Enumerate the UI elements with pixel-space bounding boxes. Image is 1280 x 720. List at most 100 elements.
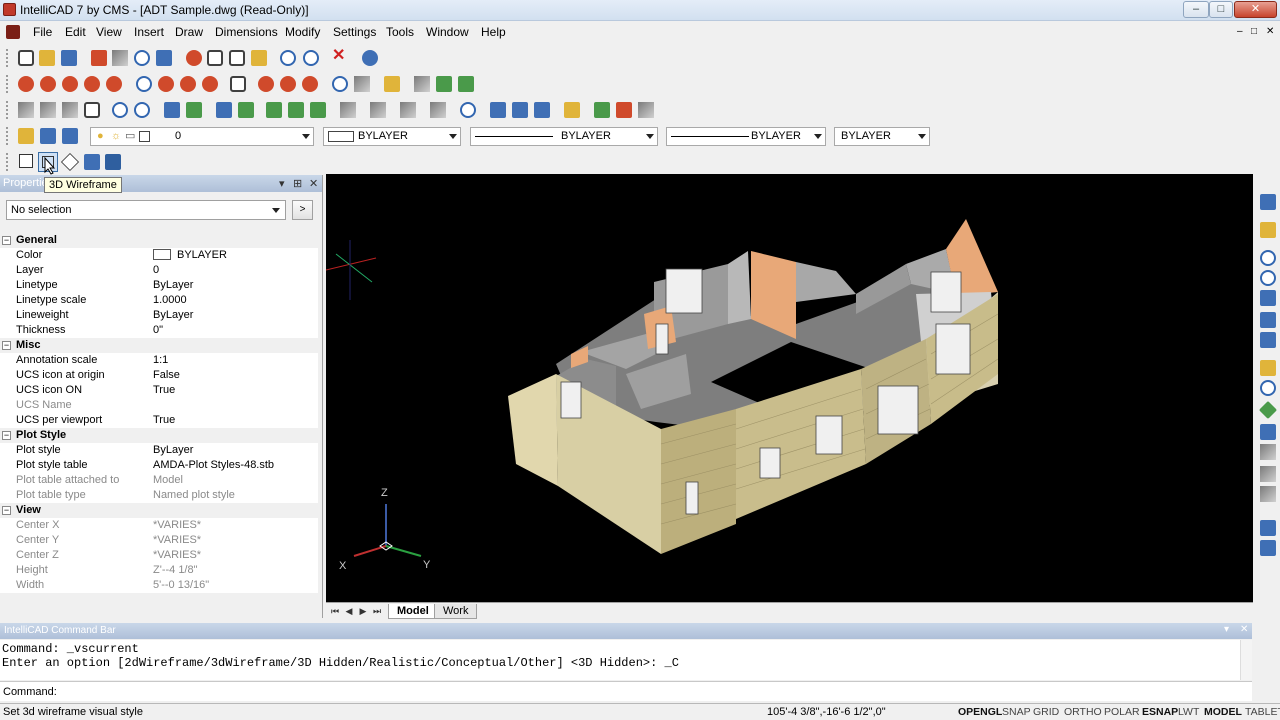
toolbar-grip[interactable]: [6, 101, 9, 119]
new-icon[interactable]: [18, 50, 34, 66]
layer-state-icon[interactable]: [40, 128, 56, 144]
undo-icon[interactable]: [280, 50, 296, 66]
explode-icon[interactable]: [370, 102, 386, 118]
match-properties-icon[interactable]: [251, 50, 267, 66]
property-row[interactable]: Plot style ByLayer: [0, 443, 318, 458]
move-icon[interactable]: [216, 102, 232, 118]
visibility-icon[interactable]: [1260, 466, 1276, 482]
break-icon[interactable]: [288, 102, 304, 118]
property-row[interactable]: Lineweight ByLayer: [0, 308, 318, 323]
first-tab-icon[interactable]: ⏮: [330, 606, 340, 616]
toggle-polar[interactable]: POLAR: [1104, 704, 1140, 720]
edit-spline-icon[interactable]: [512, 102, 528, 118]
conceptual-icon[interactable]: [105, 154, 121, 170]
toggle-model[interactable]: MODEL: [1204, 704, 1242, 720]
prev-tab-icon[interactable]: ◀: [344, 606, 354, 616]
property-category[interactable]: − View: [0, 503, 318, 518]
fillet-icon[interactable]: [340, 102, 356, 118]
polygon-icon[interactable]: [258, 76, 274, 92]
stretch-icon[interactable]: [186, 102, 202, 118]
layer-dropdown[interactable]: ● ☼ ▭ 0: [90, 127, 314, 146]
ray-icon[interactable]: [62, 76, 78, 92]
trim-icon[interactable]: [238, 102, 254, 118]
last-tab-icon[interactable]: ⏭: [372, 606, 382, 616]
menu-dimensions[interactable]: Dimensions: [215, 25, 278, 39]
tag-icon[interactable]: [1260, 222, 1276, 238]
toggle-snap[interactable]: SNAP: [1002, 704, 1031, 720]
region-icon[interactable]: [384, 76, 400, 92]
app-icon[interactable]: [3, 3, 16, 16]
next-tab-icon[interactable]: ▶: [358, 606, 368, 616]
block-icon[interactable]: [332, 76, 348, 92]
property-category[interactable]: − Plot Style: [0, 428, 318, 443]
divide-icon[interactable]: [430, 102, 446, 118]
measure-icon[interactable]: [460, 102, 476, 118]
3d-hidden-icon[interactable]: [60, 152, 80, 172]
arc-icon[interactable]: [158, 76, 174, 92]
property-value-cell[interactable]: False: [153, 368, 180, 383]
command-history-scrollbar[interactable]: [1240, 640, 1252, 680]
property-row[interactable]: Linetype scale 1.0000: [0, 293, 318, 308]
maximize-button[interactable]: □: [1209, 1, 1233, 18]
command-bar-close-icon[interactable]: ✕: [1240, 624, 1248, 635]
rotate-icon[interactable]: [112, 102, 128, 118]
property-row[interactable]: Plot style table AMDA-Plot Styles-48.stb: [0, 458, 318, 473]
property-value-cell[interactable]: ByLayer: [153, 443, 193, 458]
mdi-minimize-button[interactable]: –: [1237, 26, 1243, 37]
property-value-cell[interactable]: True: [153, 413, 175, 428]
paste-icon[interactable]: [229, 50, 245, 66]
toggle-tablet[interactable]: TABLET: [1245, 704, 1280, 720]
collapse-icon[interactable]: −: [2, 236, 11, 245]
property-category[interactable]: − Misc: [0, 338, 318, 353]
property-row[interactable]: Layer 0: [0, 263, 318, 278]
insert-block-icon[interactable]: [354, 76, 370, 92]
circle-icon[interactable]: [136, 76, 152, 92]
menu-help[interactable]: Help: [481, 25, 506, 39]
mtext-icon[interactable]: [458, 76, 474, 92]
minimize-button[interactable]: –: [1183, 1, 1209, 18]
menu-window[interactable]: Window: [426, 25, 469, 39]
command-bar-header[interactable]: IntelliCAD Command Bar: [0, 623, 1252, 639]
property-value-cell[interactable]: ByLayer: [153, 278, 193, 293]
property-row[interactable]: Thickness 0": [0, 323, 318, 338]
tab-work[interactable]: Work: [434, 604, 478, 619]
ellipse-icon[interactable]: [180, 76, 196, 92]
property-row[interactable]: UCS per viewport True: [0, 413, 318, 428]
group-icon[interactable]: [594, 102, 610, 118]
help-icon[interactable]: [362, 50, 378, 66]
document-icon[interactable]: [6, 25, 20, 39]
toolbar-grip[interactable]: [6, 153, 9, 171]
save-icon[interactable]: [61, 50, 77, 66]
lineweight-dropdown[interactable]: BYLAYER: [666, 127, 826, 146]
menu-file[interactable]: File: [33, 25, 52, 39]
chamfer-icon[interactable]: [310, 102, 326, 118]
named-views-icon[interactable]: [1260, 360, 1276, 376]
edit-text-icon[interactable]: [564, 102, 580, 118]
copy-icon[interactable]: [207, 50, 223, 66]
toggle-ortho[interactable]: ORTHO: [1064, 704, 1102, 720]
property-value-cell[interactable]: ByLayer: [153, 308, 193, 323]
mdi-close-button[interactable]: ✕: [1266, 26, 1274, 37]
table-icon[interactable]: [1260, 520, 1276, 536]
property-row[interactable]: Color BYLAYER: [0, 248, 318, 263]
rectangle-icon[interactable]: [230, 76, 246, 92]
mdi-restore-button[interactable]: □: [1251, 26, 1257, 37]
menu-tools[interactable]: Tools: [386, 25, 414, 39]
panel-close-icon[interactable]: ✕: [309, 177, 318, 190]
panel-pin-icon[interactable]: ⊞: [293, 177, 302, 190]
menu-edit[interactable]: Edit: [65, 25, 86, 39]
mirror-icon[interactable]: [40, 102, 56, 118]
property-value-cell[interactable]: 1:1: [153, 353, 168, 368]
viewpoint-icon[interactable]: [1258, 400, 1278, 420]
draworder-icon[interactable]: [638, 102, 654, 118]
collapse-icon[interactable]: −: [2, 431, 11, 440]
layers-icon[interactable]: [18, 128, 34, 144]
find-icon[interactable]: [134, 50, 150, 66]
zoom-out-icon[interactable]: [1260, 270, 1276, 286]
plotstyle-dropdown[interactable]: BYLAYER: [834, 127, 930, 146]
drawing-viewport[interactable]: Z X Y: [325, 174, 1253, 602]
2d-wireframe-icon[interactable]: [19, 154, 33, 168]
close-button[interactable]: ✕: [1234, 1, 1277, 18]
grid-icon[interactable]: [1260, 540, 1276, 556]
zoom-extents-icon[interactable]: [1260, 312, 1276, 328]
